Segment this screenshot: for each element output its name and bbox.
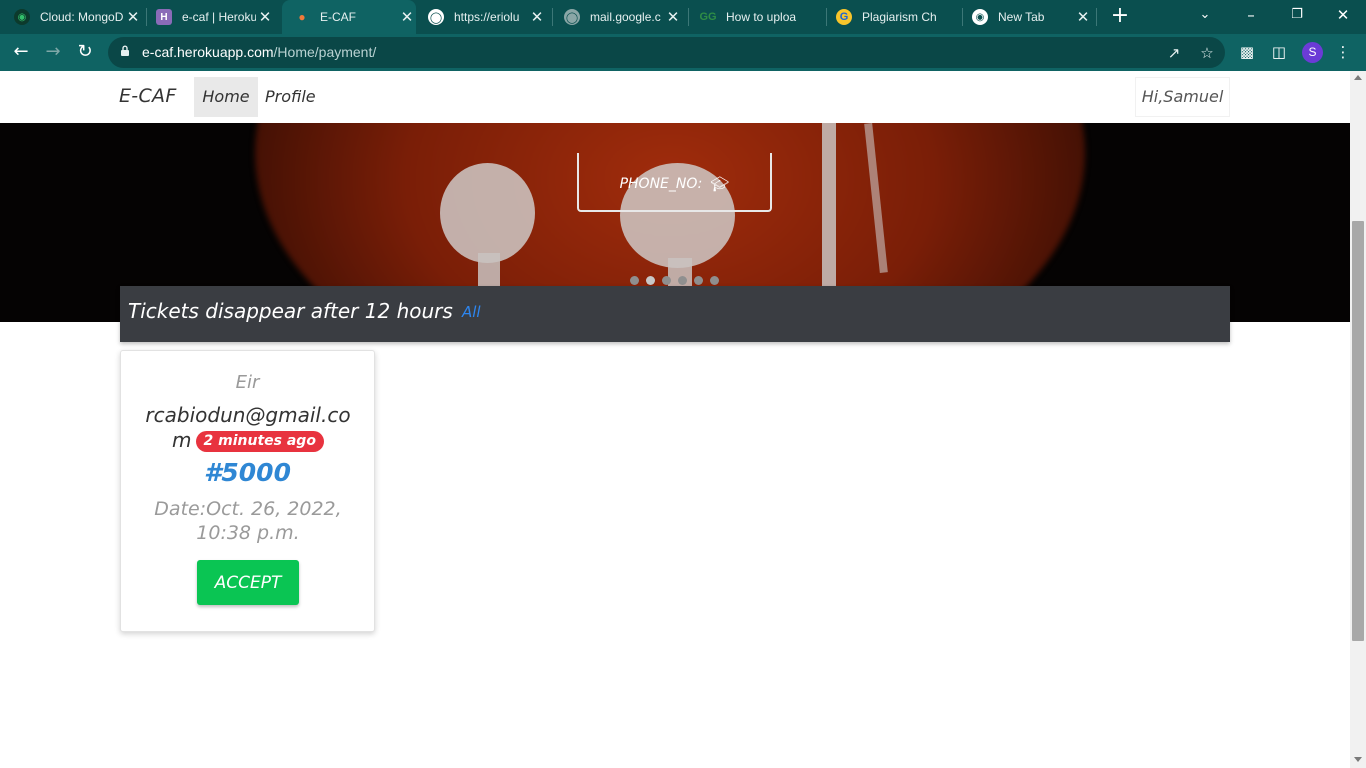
back-icon[interactable]: ←: [8, 40, 34, 66]
tab-title: Plagiarism Ch: [862, 10, 937, 24]
tab-divider: [962, 8, 963, 26]
close-icon[interactable]: ✕: [1074, 8, 1092, 26]
forward-icon[interactable]: →: [40, 40, 66, 66]
bookmark-star-icon[interactable]: ☆: [1198, 44, 1216, 62]
tab-mail[interactable]: ◯ mail.google.c ✕: [564, 0, 682, 34]
tab-title: How to uploa: [726, 10, 797, 24]
page-viewport: PHONE_NO: 🎓︎ E-CAF Home Profile Hi,Samue…: [0, 71, 1350, 768]
reload-icon[interactable]: ↻: [72, 40, 98, 66]
tab-ecaf[interactable]: ● E-CAF ✕: [282, 0, 416, 34]
restore-icon[interactable]: ❐: [1274, 0, 1320, 32]
browser-toolbar: ← → ↻ e-caf.herokuapp.com/Home/payment/ …: [0, 34, 1366, 71]
share-icon[interactable]: ↗: [1165, 44, 1183, 62]
carousel-dot[interactable]: [678, 276, 687, 285]
ticket-amount: #5000: [204, 458, 291, 487]
close-icon[interactable]: ✕: [664, 8, 682, 26]
plagiarism-checker-icon: G: [836, 9, 852, 25]
carousel-indicators: [630, 276, 719, 285]
accept-button[interactable]: ACCEPT: [197, 560, 299, 605]
nav-home-link[interactable]: Home: [194, 77, 258, 117]
graduation-cap-icon: 🎓︎: [710, 174, 730, 193]
extensions-icon[interactable]: ▩: [1237, 42, 1257, 62]
fork-image: [440, 163, 535, 263]
heroku-icon: H: [156, 9, 172, 25]
tickets-header: Tickets disappear after 12 hours All: [120, 286, 1230, 342]
nav-profile-link[interactable]: Profile: [265, 77, 316, 117]
tab-divider: [146, 8, 147, 26]
tab-divider: [826, 8, 827, 26]
brand-logo[interactable]: E-CAF: [119, 85, 177, 107]
user-greeting-button[interactable]: Hi,Samuel: [1135, 77, 1230, 117]
tab-geeksforgeeks[interactable]: GG How to uploa: [699, 0, 818, 34]
avatar[interactable]: S: [1302, 42, 1323, 63]
tab-divider: [552, 8, 553, 26]
chrome-icon: ◉: [972, 9, 988, 25]
close-icon[interactable]: ✕: [398, 8, 416, 26]
tab-eriolu[interactable]: ◯ https://eriolu ✕: [428, 0, 546, 34]
geeksforgeeks-icon: GG: [699, 11, 717, 23]
tab-new-tab[interactable]: ◉ New Tab ✕: [972, 0, 1092, 34]
scroll-up-icon[interactable]: [1354, 75, 1362, 80]
tab-divider: [688, 8, 689, 26]
minimize-icon[interactable]: –: [1228, 0, 1274, 32]
close-icon[interactable]: ✕: [528, 8, 546, 26]
tab-search-icon[interactable]: ⌄: [1182, 0, 1228, 32]
time-ago-badge: 2 minutes ago: [195, 431, 324, 452]
tab-heroku[interactable]: H e-caf | Heroku ✕: [156, 0, 274, 34]
globe-icon: ◯: [428, 9, 444, 25]
site-navbar: E-CAF Home Profile Hi,Samuel: [0, 71, 1350, 123]
all-tickets-link[interactable]: All: [462, 303, 481, 321]
carousel-dot[interactable]: [694, 276, 703, 285]
tab-mongodb[interactable]: ◉ Cloud: MongoDB ✕: [14, 0, 142, 34]
scrollbar-thumb[interactable]: [1352, 221, 1364, 641]
globe-icon: ◯: [564, 9, 580, 25]
close-icon[interactable]: ✕: [124, 8, 142, 26]
carousel-dot[interactable]: [630, 276, 639, 285]
browser-tab-strip: ◉ Cloud: MongoDB ✕ H e-caf | Heroku ✕ ● …: [0, 0, 1366, 34]
scroll-down-icon[interactable]: [1354, 757, 1362, 762]
customer-email-line: rcabiodun@gmail.com 2 minutes ago: [139, 403, 357, 453]
tab-divider: [1096, 8, 1097, 26]
tab-title: Cloud: MongoDB: [40, 10, 124, 24]
close-icon[interactable]: ✕: [256, 8, 274, 26]
ticket-date: Date:Oct. 26, 2022, 10:38 p.m.: [154, 498, 342, 544]
mongodb-leaf-icon: ◉: [14, 9, 30, 25]
ticket-card: Eir rcabiodun@gmail.com 2 minutes ago #50…: [120, 350, 375, 632]
tab-title: mail.google.c: [590, 10, 661, 24]
new-tab-button[interactable]: +: [1108, 4, 1132, 28]
address-url: e-caf.herokuapp.com/Home/payment/: [142, 44, 377, 60]
tab-title: New Tab: [998, 10, 1045, 24]
tickets-heading: Tickets disappear after 12 hours: [128, 299, 453, 323]
customer-name: Eir: [235, 372, 260, 393]
page-scrollbar[interactable]: [1350, 71, 1366, 768]
ecaf-favicon-icon: ●: [298, 10, 306, 24]
carousel-dot[interactable]: [646, 276, 655, 285]
phone-label: PHONE_NO:: [619, 175, 703, 192]
tab-title: e-caf | Heroku: [182, 10, 256, 24]
side-panel-icon[interactable]: ◫: [1269, 42, 1289, 62]
tab-title: E-CAF: [320, 10, 356, 24]
menu-kebab-icon[interactable]: ⋮: [1333, 42, 1353, 62]
phone-number-box: PHONE_NO: 🎓︎: [577, 153, 772, 212]
window-close-icon[interactable]: ✕: [1320, 0, 1366, 32]
carousel-dot[interactable]: [662, 276, 671, 285]
tab-plagiarism[interactable]: G Plagiarism Ch: [836, 0, 954, 34]
carousel-dot[interactable]: [710, 276, 719, 285]
lock-icon: [121, 45, 129, 56]
address-bar[interactable]: e-caf.herokuapp.com/Home/payment/ ↗ ☆: [108, 37, 1225, 68]
tab-title: https://eriolu: [454, 10, 520, 24]
